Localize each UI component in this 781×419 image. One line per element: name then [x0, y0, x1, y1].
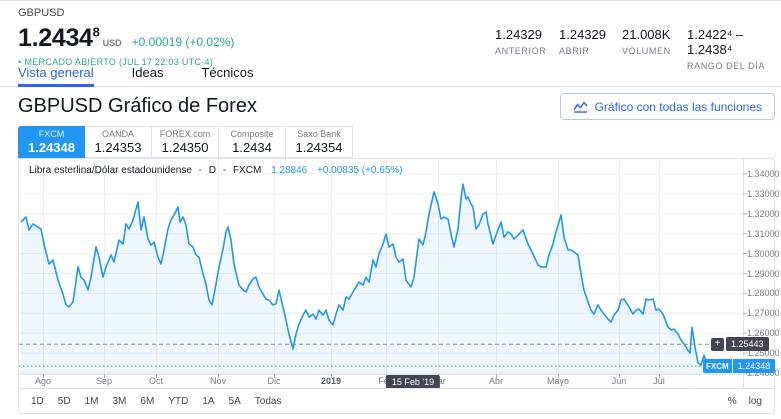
broker-tab-price: 1.24348 [28, 140, 75, 155]
x-axis-label-abr: Abr [489, 376, 503, 386]
broker-tab-name: FOREX.com [160, 129, 211, 139]
y-axis-label-1-33000: 1.33000 [747, 189, 780, 199]
y-axis-label-1-34000: 1.34000 [747, 169, 780, 179]
legend-price: 1.28846 [271, 165, 307, 176]
chart-toolbar: 1D 5D 1M 3M 6M YTD 1A 5A Todas % log [19, 388, 774, 413]
broker-tab-name: Composite [230, 129, 273, 139]
legend-interval: D [209, 165, 216, 176]
x-axis-label-dic: Dic [268, 376, 281, 386]
stat-label: VOLUMEN [622, 46, 671, 56]
stat-value: 1.24329 [495, 27, 546, 42]
range-button-ytd[interactable]: YTD [168, 396, 188, 407]
broker-tabs: FXCM1.24348OANDA1.24353FOREX.com1.24350C… [18, 126, 353, 158]
full-chart-button-label: Gráfico con todas las funciones [595, 100, 762, 114]
stat-value: 1.24329 [559, 27, 606, 42]
x-axis-label-2019: 2019 [321, 376, 341, 386]
chart-card: Libra esterlina/Dólar estadounidense - D… [18, 158, 775, 414]
x-axis-label-nov: Nov [210, 376, 226, 386]
range-button-3m[interactable]: 3M [113, 396, 127, 407]
broker-tab-forex-com[interactable]: FOREX.com1.24350 [152, 126, 219, 158]
x-axis-label-jun: Jun [612, 376, 627, 386]
last-price-source-badge: FXCM [703, 359, 732, 373]
last-price-badge: 1.24348 [733, 359, 776, 373]
tab-ideas[interactable]: Ideas [132, 58, 164, 87]
broker-tab-composite[interactable]: Composite1.2434 [219, 126, 286, 158]
log-scale-button[interactable]: log [749, 396, 762, 407]
add-order-plus-button[interactable]: + [711, 338, 724, 351]
stat-anterior: 1.24329 ANTERIOR [495, 27, 546, 56]
page-title: GBPUSD Gráfico de Forex [18, 95, 257, 118]
y-axis-label-1-27000: 1.27000 [747, 308, 780, 318]
range-button-1d[interactable]: 1D [31, 396, 44, 407]
stat-value: 21.008K [622, 27, 671, 42]
x-axis-label-mayo: Mayo [547, 376, 569, 386]
stat-abrir: 1.24329 ABRIR [559, 27, 606, 56]
y-axis-label-1-28000: 1.28000 [747, 288, 780, 298]
crosshair-price-badge: 1.25443 [726, 337, 769, 351]
broker-tab-oanda[interactable]: OANDA1.24353 [85, 126, 152, 158]
chart-icon [573, 101, 588, 113]
x-axis-label-ago: Ago [35, 376, 51, 386]
y-axis-label-1-30000: 1.30000 [747, 249, 780, 259]
stat-label: ABRIR [559, 46, 606, 56]
broker-tab-saxo-bank[interactable]: Saxo Bank1.24354 [286, 126, 353, 158]
legend-change: +0.00835 (+0.65%) [317, 165, 403, 176]
y-axis-label-1-29000: 1.29000 [747, 269, 780, 279]
range-button-6m[interactable]: 6M [140, 396, 154, 407]
x-axis-label-jul: Jul [653, 376, 665, 386]
symbol-overview-page: GBPUSD 1.24348 USD +0.00019 (+0.02%) •ME… [0, 0, 781, 419]
y-axis-label-1-32000: 1.32000 [747, 209, 780, 219]
tab-t-cnicos[interactable]: Técnicos [201, 58, 253, 87]
range-buttons: 1D 5D 1M 3M 6M YTD 1A 5A Todas [31, 396, 281, 407]
range-button-1m[interactable]: 1M [85, 396, 99, 407]
legend-symbol-title: Libra esterlina/Dólar estadounidense [29, 165, 192, 176]
range-button-1a[interactable]: 1A [202, 396, 214, 407]
crosshair-price-row: + 1.25443 [711, 337, 769, 351]
broker-tab-fxcm[interactable]: FXCM1.24348 [18, 126, 85, 158]
x-axis-label-sep: Sep [96, 376, 112, 386]
broker-tab-price: 1.24354 [296, 140, 343, 155]
legend-separator: - [199, 165, 202, 176]
full-chart-button[interactable]: Gráfico con todas las funciones [560, 93, 775, 120]
stat-value: 1.2422⁴ – 1.2438⁴ [687, 27, 781, 57]
percent-scale-button[interactable]: % [728, 396, 737, 407]
broker-tab-name: OANDA [102, 129, 134, 139]
range-button-5d[interactable]: 5D [58, 396, 71, 407]
crosshair-date-badge: 15 Feb '19 [386, 375, 440, 389]
legend-source: FXCM [233, 165, 261, 176]
broker-tab-name: Saxo Bank [297, 129, 341, 139]
header-stats: 1.24329 ANTERIOR 1.24329 ABRIR 21.008K VOLUME… [0, 1, 781, 57]
scale-buttons: % log [728, 396, 762, 407]
tab-vista-general[interactable]: Vista general [18, 58, 94, 87]
y-axis-label-1-31000: 1.31000 [747, 229, 780, 239]
broker-tab-price: 1.24350 [162, 140, 209, 155]
range-button-5a[interactable]: 5A [229, 396, 241, 407]
stat-label: ANTERIOR [495, 46, 546, 56]
stat-volumen: 21.008K VOLUMEN [622, 27, 671, 56]
x-axis-label-oct: Oct [149, 376, 163, 386]
range-button-todas[interactable]: Todas [255, 396, 282, 407]
nav-tabs: Vista general Ideas Técnicos [0, 58, 781, 87]
legend-separator: - [223, 165, 226, 176]
broker-tab-price: 1.2434 [232, 140, 272, 155]
broker-tab-price: 1.24353 [95, 140, 142, 155]
broker-tab-name: FXCM [39, 129, 65, 139]
chart-legend: Libra esterlina/Dólar estadounidense - D… [29, 165, 403, 176]
last-price-row: FXCM 1.24348 [703, 359, 775, 373]
